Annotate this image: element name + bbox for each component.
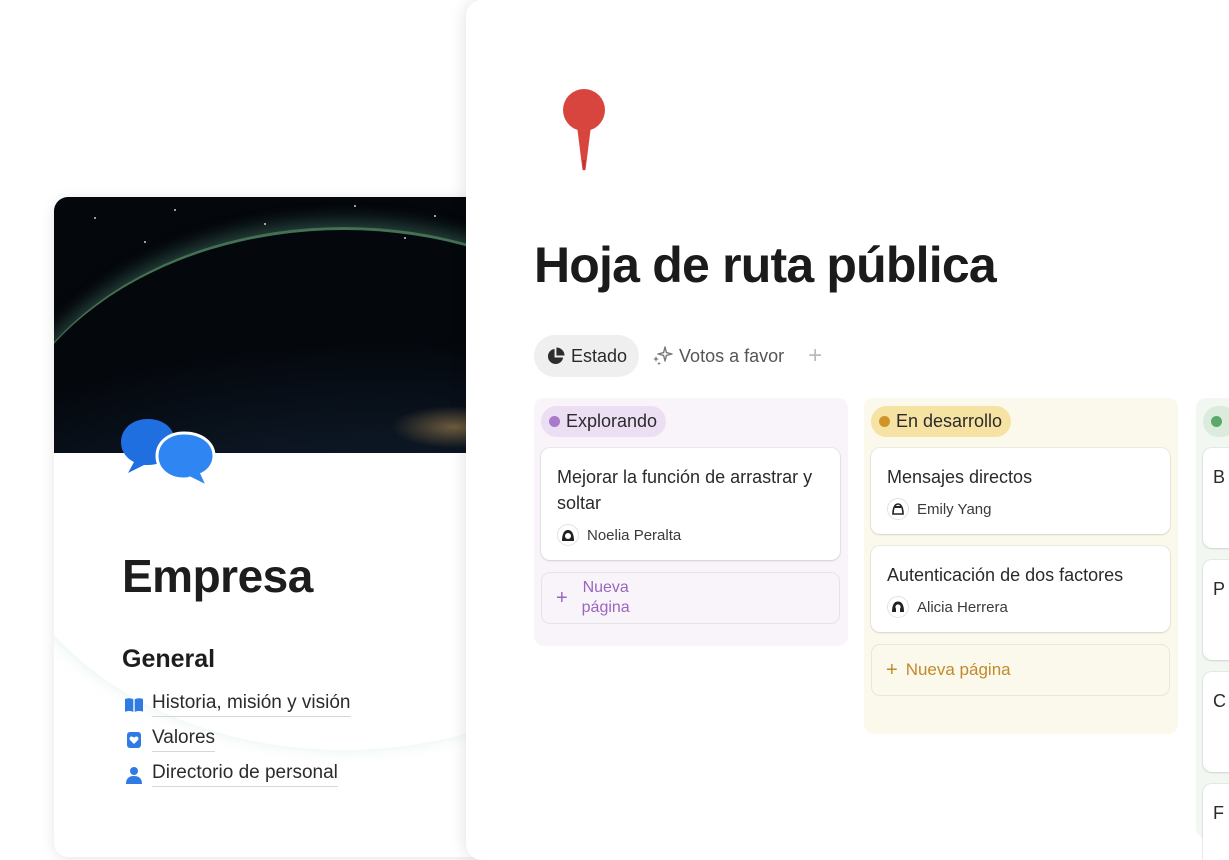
card-title: F xyxy=(1213,803,1224,823)
plus-icon: + xyxy=(556,586,568,609)
pie-chart-icon xyxy=(546,346,565,366)
board-column-en-desarrollo: En desarrollo Mensajes directos Emily Ya… xyxy=(864,398,1178,734)
new-page-label: Nueva página xyxy=(581,579,630,616)
star xyxy=(264,223,266,225)
status-badge[interactable]: Explorando xyxy=(541,406,667,437)
card-title: Mensajes directos xyxy=(887,467,1033,487)
board-column-explorando: Explorando Mejorar la función de arrastr… xyxy=(534,398,848,646)
assignee-name: Alicia Herrera xyxy=(917,598,1008,616)
assignee-name: Emily Yang xyxy=(917,500,992,518)
card-assignee: Emily Yang xyxy=(887,498,1154,520)
page-links: Historia, misión y visión Valores Direct… xyxy=(124,687,351,792)
assignee-name: Noelia Peralta xyxy=(587,526,682,544)
status-label: En desarrollo xyxy=(896,411,1003,431)
speech-bubbles-icon xyxy=(121,419,216,491)
sparkles-icon xyxy=(651,346,673,366)
section-title: General xyxy=(122,645,216,673)
plus-icon: + xyxy=(886,658,898,681)
tab-estado[interactable]: Estado xyxy=(534,335,640,377)
new-page-button[interactable]: + Nueva página xyxy=(541,572,840,624)
heart-badge-icon xyxy=(124,730,144,750)
new-page-label: Nueva página xyxy=(905,660,1011,679)
card-title: Autenticación de dos factores xyxy=(887,565,1124,585)
status-label: Explorando xyxy=(566,411,658,431)
page-title: Empresa xyxy=(122,550,313,602)
status-badge[interactable]: En desarrollo xyxy=(871,406,1012,437)
star xyxy=(94,217,96,219)
board-column-3: B P C F xyxy=(1196,398,1229,860)
board-card[interactable]: Mensajes directos Emily Yang xyxy=(871,448,1170,534)
link-label: Historia, misión y visión xyxy=(152,692,351,717)
board-card[interactable]: Mejorar la función de arrastrar y soltar… xyxy=(541,448,840,560)
tab-label: Estado xyxy=(571,345,628,366)
company-page-card[interactable]: Empresa General Historia, misión y visió… xyxy=(54,197,514,857)
star xyxy=(434,215,436,217)
page-title: Hoja de ruta pública xyxy=(534,237,997,293)
pushpin-icon xyxy=(563,89,605,172)
avatar xyxy=(887,498,909,520)
star xyxy=(144,241,146,243)
status-dot xyxy=(1211,416,1222,427)
board-card[interactable]: P xyxy=(1203,560,1229,660)
link-history-mission-vision[interactable]: Historia, misión y visión xyxy=(124,687,351,722)
star xyxy=(354,205,356,207)
status-dot xyxy=(549,416,560,427)
card-assignee: Alicia Herrera xyxy=(887,596,1154,618)
star xyxy=(174,209,176,211)
roadmap-page: Hoja de ruta pública Estado Votos a favo… xyxy=(466,0,1229,860)
status-dot xyxy=(879,416,890,427)
tab-votos-a-favor[interactable]: Votos a favor xyxy=(639,335,796,377)
status-badge[interactable] xyxy=(1203,406,1229,437)
link-staff-directory[interactable]: Directorio de personal xyxy=(124,757,351,792)
person-icon xyxy=(124,765,144,785)
card-title: Mejorar la función de arrastrar y soltar xyxy=(557,467,813,513)
board-card[interactable]: F xyxy=(1203,784,1229,860)
book-icon xyxy=(124,695,144,715)
board-card[interactable]: Autenticación de dos factores Alicia Her… xyxy=(871,546,1170,632)
view-tabs: Estado Votos a favor + xyxy=(534,335,822,377)
link-values[interactable]: Valores xyxy=(124,722,351,757)
avatar xyxy=(557,524,579,546)
add-view-button[interactable]: + xyxy=(808,335,822,377)
card-title: B xyxy=(1213,467,1226,487)
link-label: Directorio de personal xyxy=(152,762,338,787)
card-title: C xyxy=(1213,691,1226,711)
card-assignee: Noelia Peralta xyxy=(557,524,824,546)
tab-label: Votos a favor xyxy=(679,345,785,366)
star xyxy=(404,237,406,239)
link-label: Valores xyxy=(152,727,216,752)
board-card[interactable]: C xyxy=(1203,672,1229,772)
board-card[interactable]: B xyxy=(1203,448,1229,548)
card-title: P xyxy=(1213,579,1226,599)
new-page-button[interactable]: + Nueva página xyxy=(871,644,1170,696)
avatar xyxy=(887,596,909,618)
